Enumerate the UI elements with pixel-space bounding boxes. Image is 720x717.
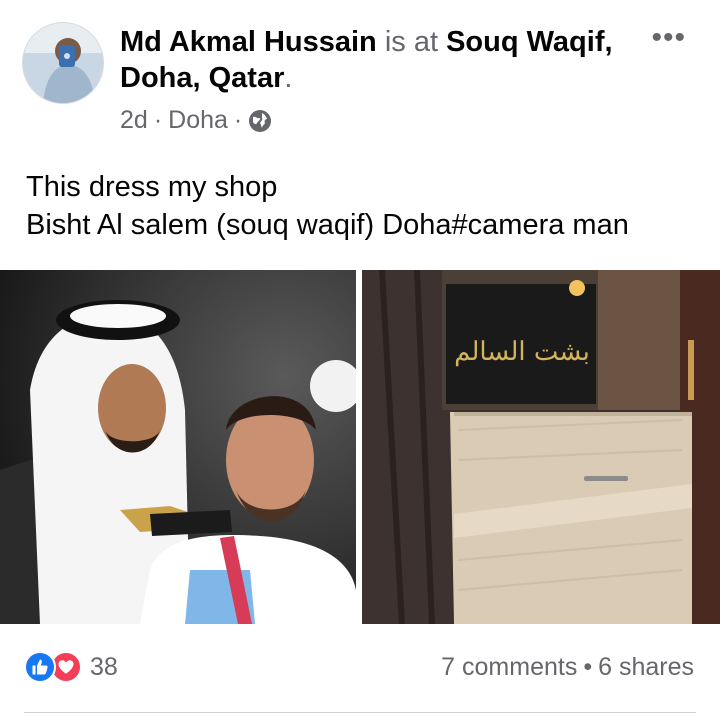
post-time[interactable]: 2d <box>120 106 148 135</box>
reaction-count: 38 <box>90 652 118 681</box>
engagement-stats: 7 comments • 6 shares <box>441 653 694 682</box>
is-at-text: is at <box>384 26 439 58</box>
divider <box>24 712 696 713</box>
meta-separator: · <box>153 106 163 134</box>
stats-separator: • <box>583 653 593 681</box>
author-avatar[interactable] <box>22 22 104 104</box>
post-photo-1[interactable] <box>0 270 356 624</box>
post-caption: This dress my shop Bisht Al salem (souq … <box>26 168 629 244</box>
avatar-photo <box>23 23 103 103</box>
post-meta: 2d · Doha · <box>120 106 272 135</box>
photo-illustration: بشت السالم <box>362 270 720 624</box>
meta-separator: · <box>233 106 243 134</box>
post-location[interactable]: Doha <box>168 106 228 135</box>
photo-illustration <box>0 270 356 624</box>
author-name[interactable]: Md Akmal Hussain <box>120 26 377 58</box>
post-photo-2[interactable]: بشت السالم <box>362 270 720 624</box>
more-options-button[interactable]: ••• <box>651 23 686 53</box>
globe-icon <box>248 109 272 133</box>
caption-line: This dress my shop <box>26 171 278 203</box>
post-header: Md Akmal Hussain is at Souq Waqif, Doha,… <box>120 24 640 96</box>
shop-sign-text: بشت السالم <box>454 337 590 367</box>
comments-link[interactable]: 7 comments <box>441 653 577 682</box>
caption-line: Bisht Al salem (souq waqif) Doha#camera … <box>26 209 629 241</box>
shares-link[interactable]: 6 shares <box>598 653 694 682</box>
header-period: . <box>284 62 293 94</box>
like-icon <box>24 651 56 683</box>
reactions-summary[interactable]: 38 <box>24 651 118 683</box>
